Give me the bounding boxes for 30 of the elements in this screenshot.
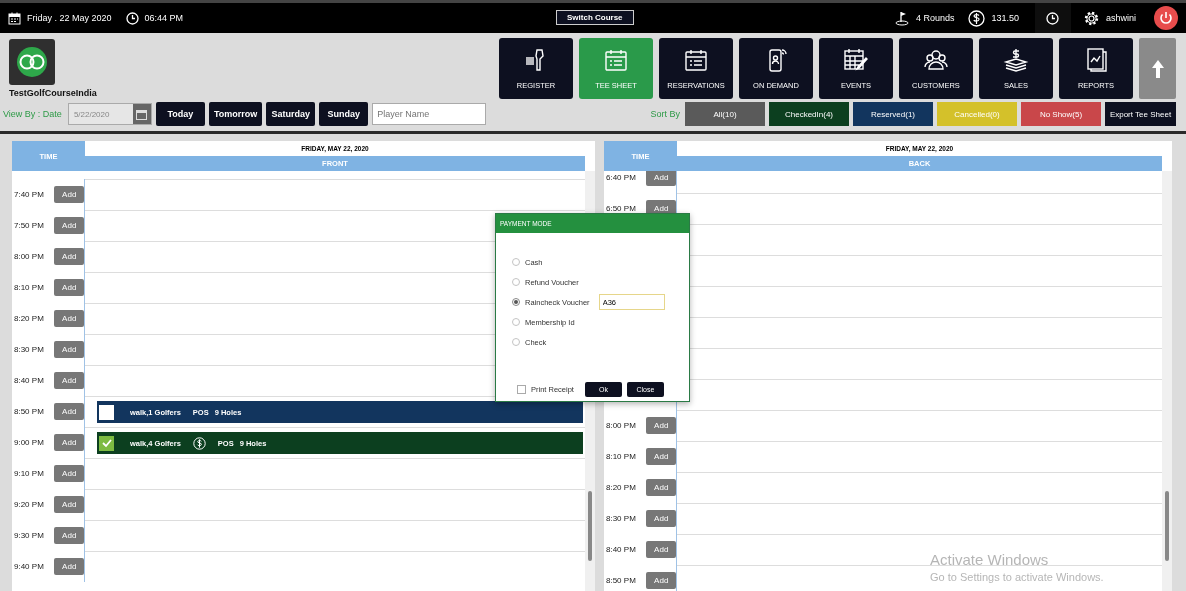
balance-amount: 131.50 xyxy=(991,13,1019,23)
tee-time: 9:40 PM xyxy=(14,562,45,571)
current-date: Friday . 22 May 2020 xyxy=(27,13,112,23)
tee-time: 8:10 PM xyxy=(606,452,637,461)
activation-title: Activate Windows xyxy=(930,551,1050,568)
tee-time: 8:00 PM xyxy=(606,421,637,430)
rounds-count: 4 Rounds xyxy=(915,13,955,23)
sort-by-label: Sort By xyxy=(650,109,680,119)
tee-time: 9:30 PM xyxy=(14,531,45,540)
tee-time: 8:10 PM xyxy=(14,283,45,292)
tee-time: 8:40 PM xyxy=(14,376,45,385)
tee-time: 8:00 PM xyxy=(14,252,45,261)
tee-time: 6:50 PM xyxy=(606,204,637,213)
course-name: TestGolfCourseIndia xyxy=(9,88,98,98)
tee-time: 9:00 PM xyxy=(14,438,45,447)
tee-time: 8:30 PM xyxy=(14,345,45,354)
current-time: 06:44 PM xyxy=(144,13,184,23)
tee-time: 8:40 PM xyxy=(606,545,637,554)
tee-time: 9:20 PM xyxy=(14,500,45,509)
tee-time: 8:20 PM xyxy=(14,314,45,323)
tee-time: 8:30 PM xyxy=(606,514,637,523)
tee-time: 7:50 PM xyxy=(14,221,45,230)
tee-time: 8:50 PM xyxy=(606,576,637,585)
tee-time: 6:40 PM xyxy=(606,173,637,182)
tee-time: 8:50 PM xyxy=(14,407,45,416)
tee-time: 7:40 PM xyxy=(14,190,45,199)
tee-time: 8:20 PM xyxy=(606,483,637,492)
view-by-label: View By : Date xyxy=(3,109,62,119)
activation-message: Go to Settings to activate Windows. xyxy=(930,571,1104,583)
tee-time: 9:10 PM xyxy=(14,469,45,478)
